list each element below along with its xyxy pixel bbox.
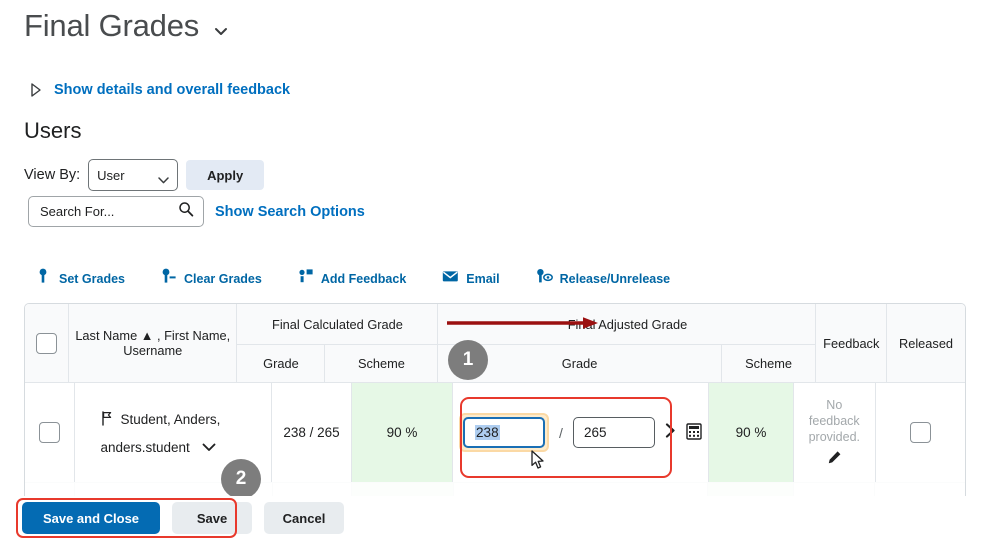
clear-grades-icon [161,268,177,289]
view-by-value: User [97,167,125,183]
show-details-toggle[interactable]: Show details and overall feedback [30,82,290,98]
chevron-right-icon[interactable] [665,423,676,442]
adjusted-scheme-cell: 90 % [708,383,795,482]
select-all-header-cell [25,304,70,382]
feedback-cell: No feedback provided. [794,383,876,482]
calculated-scheme-cell: 90 % [351,383,454,482]
student-username: anders.student [100,439,190,455]
adj-scheme-header: Scheme [721,344,816,382]
feedback-text: No feedback provided. [808,397,861,444]
calculated-grade-cell: 238 / 265 [272,383,352,482]
release-unrelease-label: Release/Unrelease [559,271,671,286]
add-feedback-button[interactable]: Add Feedback [298,268,406,289]
adjusted-numerator-input[interactable]: 238 [463,417,546,448]
show-details-label: Show details and overall feedback [54,82,291,98]
clear-grades-button[interactable]: Clear Grades [161,268,262,289]
form-action-bar: Save and Close Save Cancel [0,496,990,540]
search-box[interactable] [28,196,204,227]
triangle-right-icon [30,83,42,97]
view-by-label: View By: [24,167,81,183]
release-unrelease-icon [536,268,553,289]
final-calculated-sub-headers: Grade Scheme [237,344,438,382]
calculated-grade-value: 238 / 265 [283,425,340,440]
email-label: Email [466,271,500,286]
chevron-down-icon[interactable] [213,23,229,39]
red-arrow-icon [447,316,599,330]
final-adjusted-sub-headers: Grade Scheme [438,344,816,382]
search-input[interactable] [38,203,168,220]
released-column-header: Released [898,335,954,351]
feedback-column-header: Feedback [815,304,888,382]
chevron-down-icon [158,172,169,183]
view-by-select[interactable]: User [88,159,179,191]
apply-button[interactable]: Apply [186,160,265,190]
released-cell [876,383,965,482]
step-badge-2: 2 [221,459,261,499]
search-row: Show Search Options [28,196,365,227]
show-search-options-link[interactable]: Show Search Options [215,204,365,220]
search-icon[interactable] [178,201,194,222]
release-unrelease-button[interactable]: Release/Unrelease [536,268,671,289]
email-icon [442,270,459,288]
save-button[interactable]: Save [172,502,252,534]
adjusted-grade-cell: 238 / [453,383,709,482]
final-grades-page: Final Grades Show details and overall fe… [0,0,990,540]
email-button[interactable]: Email [442,270,500,288]
calculator-icon[interactable] [686,422,702,443]
calc-grade-header: Grade [237,344,326,382]
released-checkbox[interactable] [909,422,931,443]
flag-icon[interactable] [101,410,113,429]
student-name-line1: Student, Anders, [120,412,221,427]
set-grades-icon [38,268,52,289]
view-by-row: View By: User Apply [24,159,265,191]
final-calculated-grade-header: Final Calculated Grade [272,316,403,332]
chevron-down-icon[interactable] [202,440,216,455]
grade-separator: / [559,424,563,441]
set-grades-label: Set Grades [59,271,126,286]
calculated-scheme-value: 90 % [386,425,418,440]
add-feedback-icon [298,268,314,289]
add-feedback-label: Add Feedback [320,271,407,286]
save-and-close-button[interactable]: Save and Close [22,502,160,534]
pencil-icon[interactable] [827,450,842,469]
row-select-cell [25,383,75,482]
page-title: Final Grades [24,8,200,43]
cancel-button[interactable]: Cancel [264,502,344,534]
final-calculated-grade-group: Final Calculated Grade Grade Scheme [237,304,438,382]
name-column-header[interactable]: Last Name ▲ , First Name, Username [69,304,238,382]
table-row: Student, Anders, anders.student 238 / 26… [25,382,965,482]
adjusted-scheme-value: 90 % [735,425,767,440]
row-select-checkbox[interactable] [38,422,60,443]
adjusted-denominator-input[interactable] [572,417,655,448]
calc-scheme-header: Scheme [325,344,438,382]
users-heading: Users [24,118,82,143]
set-grades-button[interactable]: Set Grades [38,268,125,289]
mouse-cursor-icon [531,450,545,475]
select-all-checkbox[interactable] [36,332,58,354]
page-title-row: Final Grades [24,6,229,46]
adjusted-numerator-focus-ring: 238 [459,413,550,452]
grades-action-toolbar: Set Grades Clear Grades Add Feedback Ema… [38,268,670,289]
step-badge-1: 1 [448,340,488,380]
clear-grades-label: Clear Grades [184,271,262,286]
